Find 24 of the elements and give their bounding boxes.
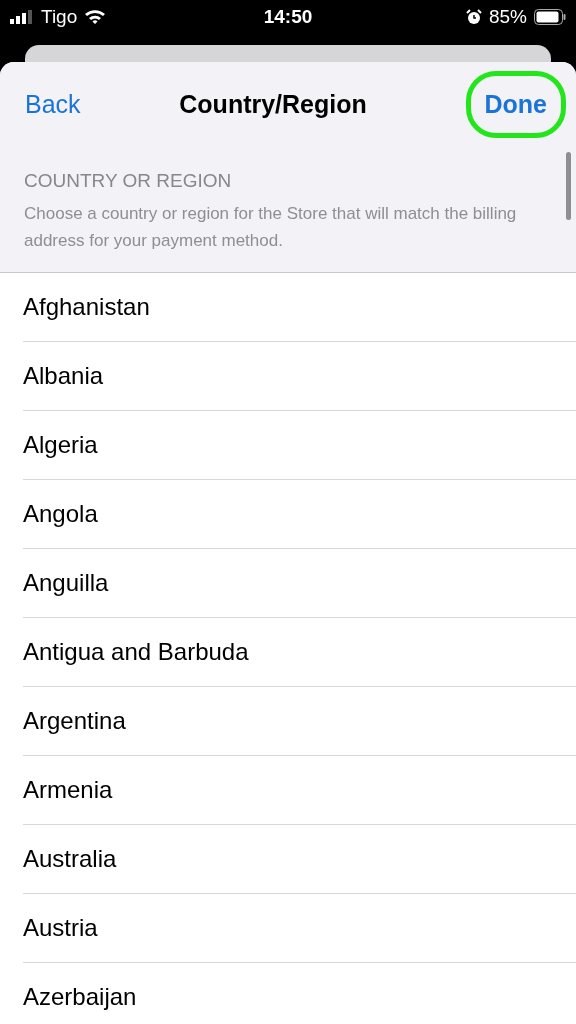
signal-icon — [10, 10, 34, 24]
country-item[interactable]: Afghanistan — [23, 293, 150, 321]
country-item[interactable]: Angola — [23, 500, 98, 528]
country-item[interactable]: Armenia — [23, 776, 113, 804]
section-title: COUNTRY OR REGION — [24, 170, 233, 192]
country-item[interactable]: Azerbaijan — [23, 983, 137, 1011]
section-description: Choose a country or region for the Store that will match the billing address for your payment method. — [24, 203, 518, 252]
clock-time: 14:50 — [263, 6, 313, 28]
wifi-icon — [84, 9, 107, 25]
scroll-bar — [566, 152, 571, 220]
country-item[interactable]: Austria — [23, 914, 98, 942]
battery-icon — [534, 9, 566, 25]
country-item[interactable]: Anguilla — [23, 569, 109, 597]
country-item[interactable]: Antigua and Barbuda — [23, 638, 249, 666]
alarm-icon — [465, 9, 482, 25]
country-item[interactable]: Albania — [23, 362, 104, 390]
country-item[interactable]: Australia — [23, 845, 117, 873]
done-button[interactable]: Done — [465, 70, 566, 138]
back-button[interactable]: Back — [25, 89, 81, 119]
carrier-name: Tigo — [41, 6, 78, 28]
screen-title: Country/Region — [179, 89, 367, 119]
battery-percent: 85% — [488, 6, 527, 28]
country-item[interactable]: Algeria — [23, 431, 98, 459]
country-item[interactable]: Argentina — [23, 707, 126, 735]
